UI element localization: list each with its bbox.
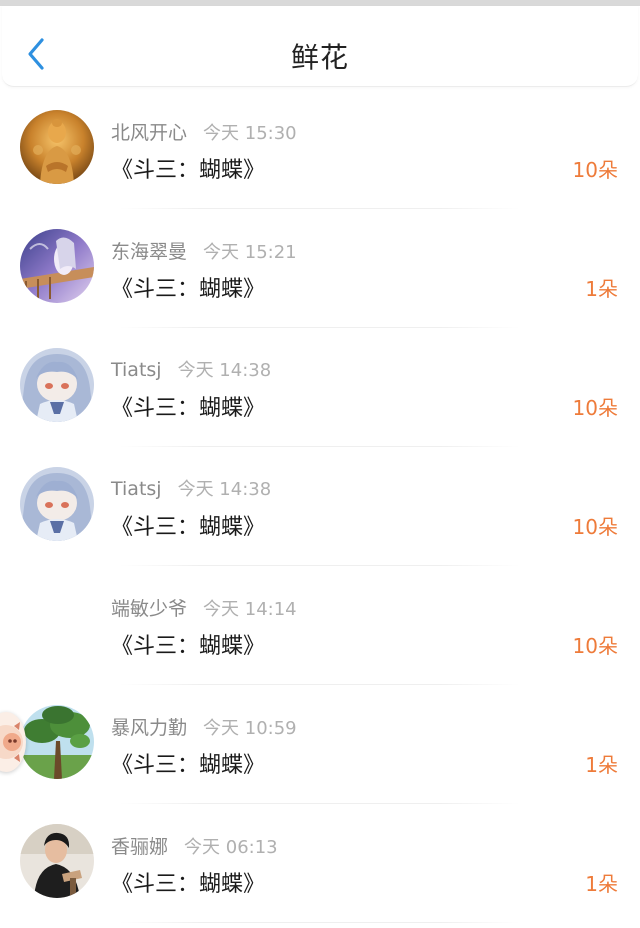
timestamp: 今天 10:59	[203, 718, 297, 739]
work-title: 《斗三：蝴蝶》	[111, 396, 266, 421]
timestamp: 今天 15:30	[203, 123, 297, 144]
flower-count: 10朵	[572, 634, 618, 658]
sender-name-text[interactable]: Tiatsj	[111, 478, 162, 500]
flower-count: 10朵	[572, 158, 618, 182]
list-item[interactable]: Tiatsj 今天 14:38 《斗三：蝴蝶》 10朵	[0, 447, 640, 566]
page-title: 鲜花	[290, 41, 349, 74]
list-item[interactable]: 东海翠曼 今天 15:21 《斗三：蝴蝶》 1朵	[0, 209, 640, 328]
sender-name[interactable]: 北风开心 今天 15:30	[111, 118, 297, 145]
buddha-statue-avatar	[20, 110, 94, 184]
list-item[interactable]: 暴风力勤 今天 10:59 《斗三：蝴蝶》 1朵	[0, 685, 640, 804]
avatar-blank[interactable]	[20, 586, 94, 660]
person-photo-avatar	[20, 824, 94, 898]
sender-name[interactable]: 暴风力勤 今天 10:59	[111, 713, 297, 740]
tree-sky-avatar	[20, 705, 94, 779]
divider	[120, 922, 520, 923]
anime-girl-avatar	[20, 467, 94, 541]
anime-scene-avatar	[20, 229, 94, 303]
avatar[interactable]	[20, 110, 94, 184]
sender-name-text[interactable]: 东海翠曼	[111, 241, 187, 263]
work-title: 《斗三：蝴蝶》	[111, 277, 266, 302]
work-title: 《斗三：蝴蝶》	[111, 753, 266, 778]
sender-name[interactable]: Tiatsj 今天 14:38	[111, 475, 271, 501]
sender-name-text[interactable]: 香骊娜	[111, 836, 168, 858]
work-title: 《斗三：蝴蝶》	[111, 634, 266, 659]
avatar[interactable]	[20, 824, 94, 898]
sender-name-text[interactable]: 北风开心	[111, 122, 187, 144]
sender-name[interactable]: Tiatsj 今天 14:38	[111, 356, 271, 382]
timestamp: 今天 06:13	[184, 837, 278, 858]
list-item[interactable]: Tiatsj 今天 14:38 《斗三：蝴蝶》 10朵	[0, 328, 640, 447]
timestamp: 今天 14:38	[177, 479, 272, 500]
sender-name-text[interactable]: 端敏少爷	[111, 598, 187, 620]
avatar[interactable]	[20, 705, 94, 779]
top-nav-bar: 鲜花	[2, 6, 638, 87]
flower-count: 1朵	[585, 753, 618, 777]
work-title: 《斗三：蝴蝶》	[111, 515, 266, 540]
avatar[interactable]	[20, 467, 94, 541]
avatar[interactable]	[20, 229, 94, 303]
work-title: 《斗三：蝴蝶》	[111, 872, 266, 897]
flower-gift-list: 北风开心 今天 15:30 《斗三：蝴蝶》 10朵 东海翠曼 今天 15:21 …	[0, 90, 640, 923]
timestamp: 今天 14:38	[177, 360, 272, 381]
sender-name-text[interactable]: Tiatsj	[111, 359, 162, 381]
timestamp: 今天 15:21	[203, 242, 297, 263]
timestamp: 今天 14:14	[203, 599, 297, 620]
sender-name[interactable]: 香骊娜 今天 06:13	[111, 832, 278, 859]
sender-name[interactable]: 东海翠曼 今天 15:21	[111, 237, 297, 264]
flower-count: 10朵	[572, 515, 618, 539]
list-item[interactable]: 端敏少爷 今天 14:14 《斗三：蝴蝶》 10朵	[0, 566, 640, 685]
avatar[interactable]	[20, 348, 94, 422]
sender-name[interactable]: 端敏少爷 今天 14:14	[111, 594, 297, 621]
list-item[interactable]: 香骊娜 今天 06:13 《斗三：蝴蝶》 1朵	[0, 804, 640, 923]
flower-count: 10朵	[572, 396, 618, 420]
anime-girl-avatar	[20, 348, 94, 422]
sender-name-text[interactable]: 暴风力勤	[111, 717, 187, 739]
list-item[interactable]: 北风开心 今天 15:30 《斗三：蝴蝶》 10朵	[0, 90, 640, 209]
flower-count: 1朵	[585, 872, 618, 896]
flower-count: 1朵	[585, 277, 618, 301]
work-title: 《斗三：蝴蝶》	[111, 158, 266, 183]
